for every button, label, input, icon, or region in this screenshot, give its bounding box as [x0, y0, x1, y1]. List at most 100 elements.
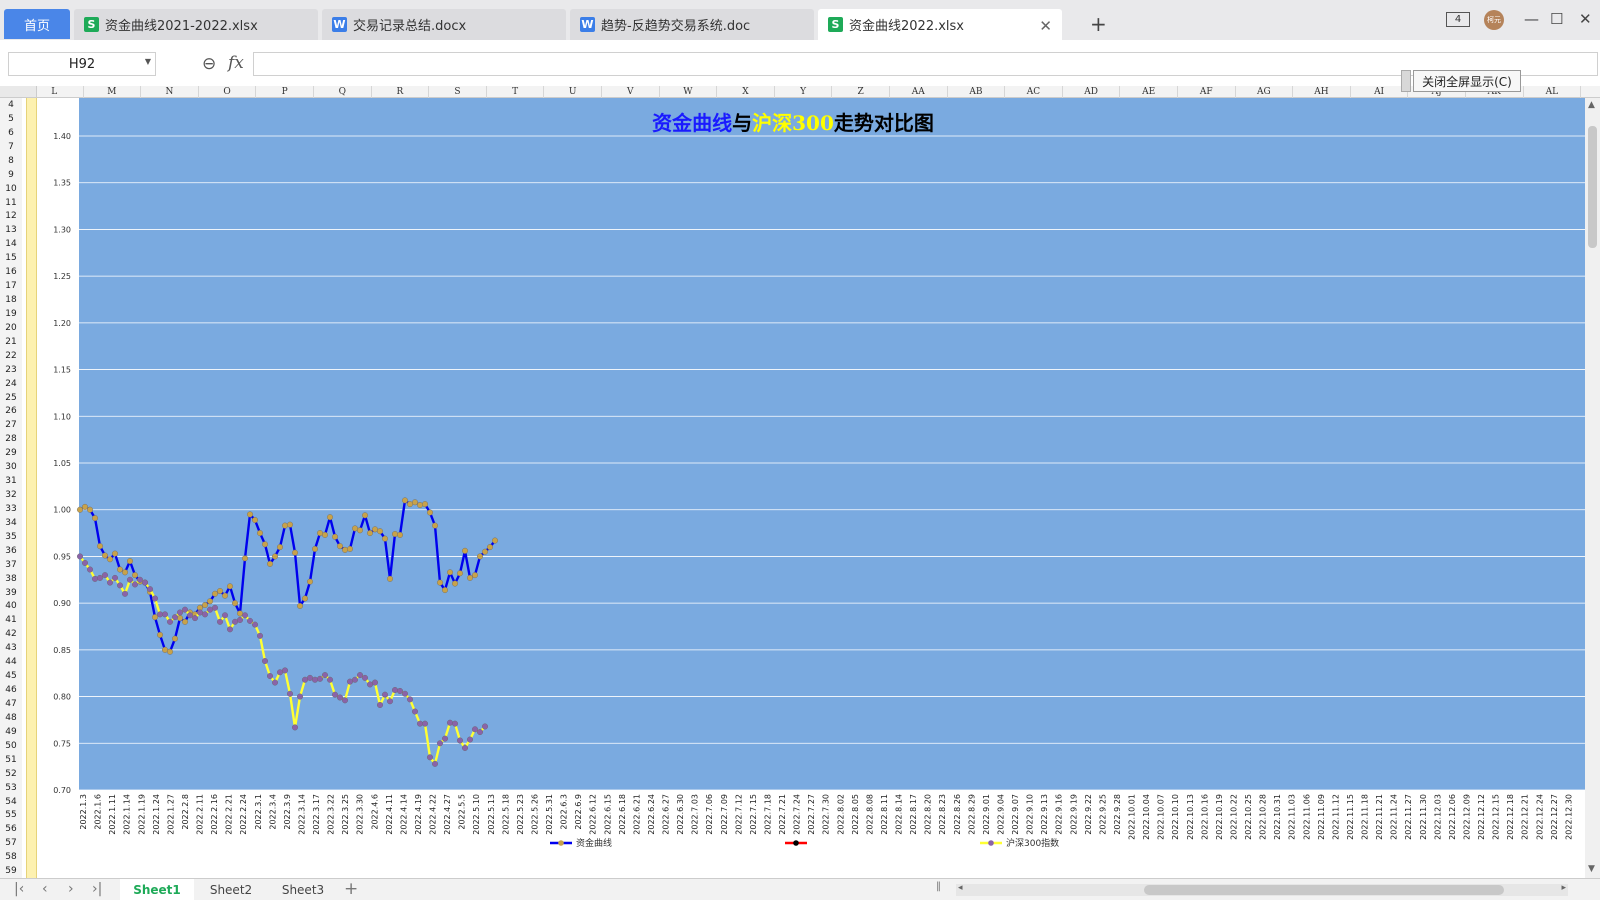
row-header-26[interactable]: 26	[0, 404, 22, 418]
line-chart[interactable]: 0.70 0.75 0.80 0.85 0.90 0.95 1.00 1.05 1.10 1.15…	[37, 98, 1587, 878]
row-header-41[interactable]: 41	[0, 613, 22, 627]
row-header-12[interactable]: 12	[0, 209, 22, 223]
scroll-down-icon[interactable]: ▼	[1588, 864, 1595, 874]
sheet-tab-3[interactable]: Sheet3	[268, 879, 338, 901]
maximize-icon[interactable]: ☐	[1550, 10, 1563, 28]
next-sheet-icon[interactable]: ›	[68, 881, 74, 897]
row-header-59[interactable]: 59	[0, 864, 22, 878]
close-icon[interactable]: ✕	[1039, 17, 1052, 35]
row-header-32[interactable]: 32	[0, 488, 22, 502]
row-header-45[interactable]: 45	[0, 669, 22, 683]
row-header-27[interactable]: 27	[0, 418, 22, 432]
column-header-AE[interactable]: AE	[1120, 86, 1178, 98]
column-header-T[interactable]: T	[487, 86, 545, 98]
column-header-U[interactable]: U	[544, 86, 602, 98]
minimize-icon[interactable]: —	[1524, 10, 1539, 28]
column-header-AF[interactable]: AF	[1178, 86, 1236, 98]
row-header-36[interactable]: 36	[0, 544, 22, 558]
row-header-33[interactable]: 33	[0, 502, 22, 516]
avatar[interactable]: 柯元	[1484, 10, 1504, 30]
column-header-O[interactable]: O	[199, 86, 257, 98]
column-header-W[interactable]: W	[660, 86, 718, 98]
tab-home[interactable]: 首页	[4, 9, 70, 39]
row-header-55[interactable]: 55	[0, 808, 22, 822]
row-header-4[interactable]: 4	[0, 98, 22, 112]
row-header-37[interactable]: 37	[0, 558, 22, 572]
row-header-8[interactable]: 8	[0, 154, 22, 168]
row-header-52[interactable]: 52	[0, 767, 22, 781]
vertical-scrollbar[interactable]: ▲ ▼	[1585, 98, 1600, 878]
first-sheet-icon[interactable]: |‹	[14, 881, 24, 897]
row-header-18[interactable]: 18	[0, 293, 22, 307]
name-box[interactable]: H92 ▼	[8, 52, 156, 76]
row-header-56[interactable]: 56	[0, 822, 22, 836]
add-sheet-icon[interactable]: +	[344, 879, 358, 899]
tab-file-2[interactable]: W 交易记录总结.docx	[322, 9, 566, 40]
column-header-N[interactable]: N	[141, 86, 199, 98]
row-header-6[interactable]: 6	[0, 126, 22, 140]
row-header-20[interactable]: 20	[0, 321, 22, 335]
chart-container[interactable]: 0.70 0.75 0.80 0.85 0.90 0.95 1.00 1.05 1.10 1.15…	[37, 98, 1587, 878]
row-header-30[interactable]: 30	[0, 460, 22, 474]
row-header-54[interactable]: 54	[0, 795, 22, 809]
vertical-scroll-thumb[interactable]	[1588, 126, 1597, 248]
new-tab-icon[interactable]: +	[1090, 12, 1107, 36]
row-header-42[interactable]: 42	[0, 627, 22, 641]
column-header-Y[interactable]: Y	[775, 86, 833, 98]
horizontal-scroll-thumb[interactable]	[1144, 885, 1504, 895]
row-header-46[interactable]: 46	[0, 683, 22, 697]
close-fullscreen-button[interactable]: 关闭全屏显示(C)	[1413, 70, 1521, 92]
column-header-AB[interactable]: AB	[948, 86, 1006, 98]
row-header-43[interactable]: 43	[0, 641, 22, 655]
horizontal-scrollbar[interactable]: ◂ ▸	[956, 883, 1568, 896]
column-header-V[interactable]: V	[602, 86, 660, 98]
split-handle-icon[interactable]: ‖	[936, 881, 941, 892]
row-header-19[interactable]: 19	[0, 307, 22, 321]
row-header-49[interactable]: 49	[0, 725, 22, 739]
column-header-AA[interactable]: AA	[890, 86, 948, 98]
column-header-AH[interactable]: AH	[1293, 86, 1351, 98]
row-header-14[interactable]: 14	[0, 237, 22, 251]
tab-file-1[interactable]: S 资金曲线2021-2022.xlsx	[74, 9, 318, 40]
formula-input[interactable]	[253, 52, 1598, 76]
row-header-17[interactable]: 17	[0, 279, 22, 293]
tab-file-4-active[interactable]: S 资金曲线2022.xlsx ✕	[818, 9, 1062, 40]
last-sheet-icon[interactable]: ›|	[92, 881, 102, 897]
sheet-tab-2[interactable]: Sheet2	[196, 879, 266, 901]
row-header-48[interactable]: 48	[0, 711, 22, 725]
row-header-15[interactable]: 15	[0, 251, 22, 265]
row-header-58[interactable]: 58	[0, 850, 22, 864]
row-header-44[interactable]: 44	[0, 655, 22, 669]
column-header-S[interactable]: S	[429, 86, 487, 98]
close-window-icon[interactable]: ✕	[1579, 10, 1592, 28]
tab-file-3[interactable]: W 趋势-反趋势交易系统.doc	[570, 9, 814, 40]
row-header-22[interactable]: 22	[0, 349, 22, 363]
column-header-P[interactable]: P	[256, 86, 314, 98]
row-header-29[interactable]: 29	[0, 446, 22, 460]
row-header-38[interactable]: 38	[0, 572, 22, 586]
row-header-47[interactable]: 47	[0, 697, 22, 711]
column-header-X[interactable]: X	[717, 86, 775, 98]
window-layout-icon[interactable]: 4	[1446, 12, 1470, 27]
row-header-25[interactable]: 25	[0, 391, 22, 405]
row-header-51[interactable]: 51	[0, 753, 22, 767]
column-header-Z[interactable]: Z	[832, 86, 890, 98]
sheet-tab-1[interactable]: Sheet1	[120, 879, 194, 901]
column-header-AD[interactable]: AD	[1063, 86, 1121, 98]
drag-handle-icon[interactable]	[1401, 70, 1411, 92]
column-header-AI[interactable]: AI	[1351, 86, 1409, 98]
row-header-50[interactable]: 50	[0, 739, 22, 753]
scroll-left-icon[interactable]: ◂	[958, 883, 963, 893]
column-header-AL[interactable]: AL	[1524, 86, 1582, 98]
column-header-R[interactable]: R	[372, 86, 430, 98]
row-header-5[interactable]: 5	[0, 112, 22, 126]
fx-icon[interactable]: fx	[228, 53, 244, 73]
row-header-57[interactable]: 57	[0, 836, 22, 850]
column-header-Q[interactable]: Q	[314, 86, 372, 98]
row-header-10[interactable]: 10	[0, 182, 22, 196]
scroll-right-icon[interactable]: ▸	[1561, 883, 1566, 893]
row-header-28[interactable]: 28	[0, 432, 22, 446]
row-header-40[interactable]: 40	[0, 599, 22, 613]
row-header-11[interactable]: 11	[0, 196, 22, 210]
row-header-31[interactable]: 31	[0, 474, 22, 488]
